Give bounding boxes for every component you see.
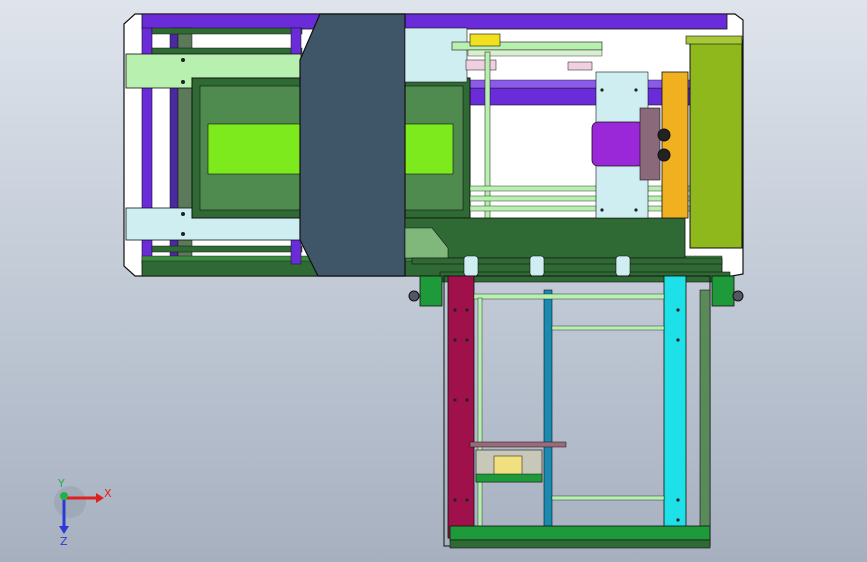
orientation-triad: X Y Z (54, 477, 112, 548)
lower-frame (443, 275, 711, 549)
slate-cover (299, 13, 406, 277)
y-axis-dot (60, 492, 68, 500)
z-axis-label: Z (60, 535, 68, 548)
y-axis-label: Y (57, 477, 65, 490)
triad-origin (54, 486, 86, 518)
x-axis-label: X (104, 487, 112, 500)
x-axis-arrowhead (96, 493, 104, 503)
assembly-drawing[interactable]: X Y Z (0, 0, 867, 562)
cad-viewport[interactable]: X Y Z (0, 0, 867, 562)
z-axis-arrowhead (59, 526, 69, 534)
